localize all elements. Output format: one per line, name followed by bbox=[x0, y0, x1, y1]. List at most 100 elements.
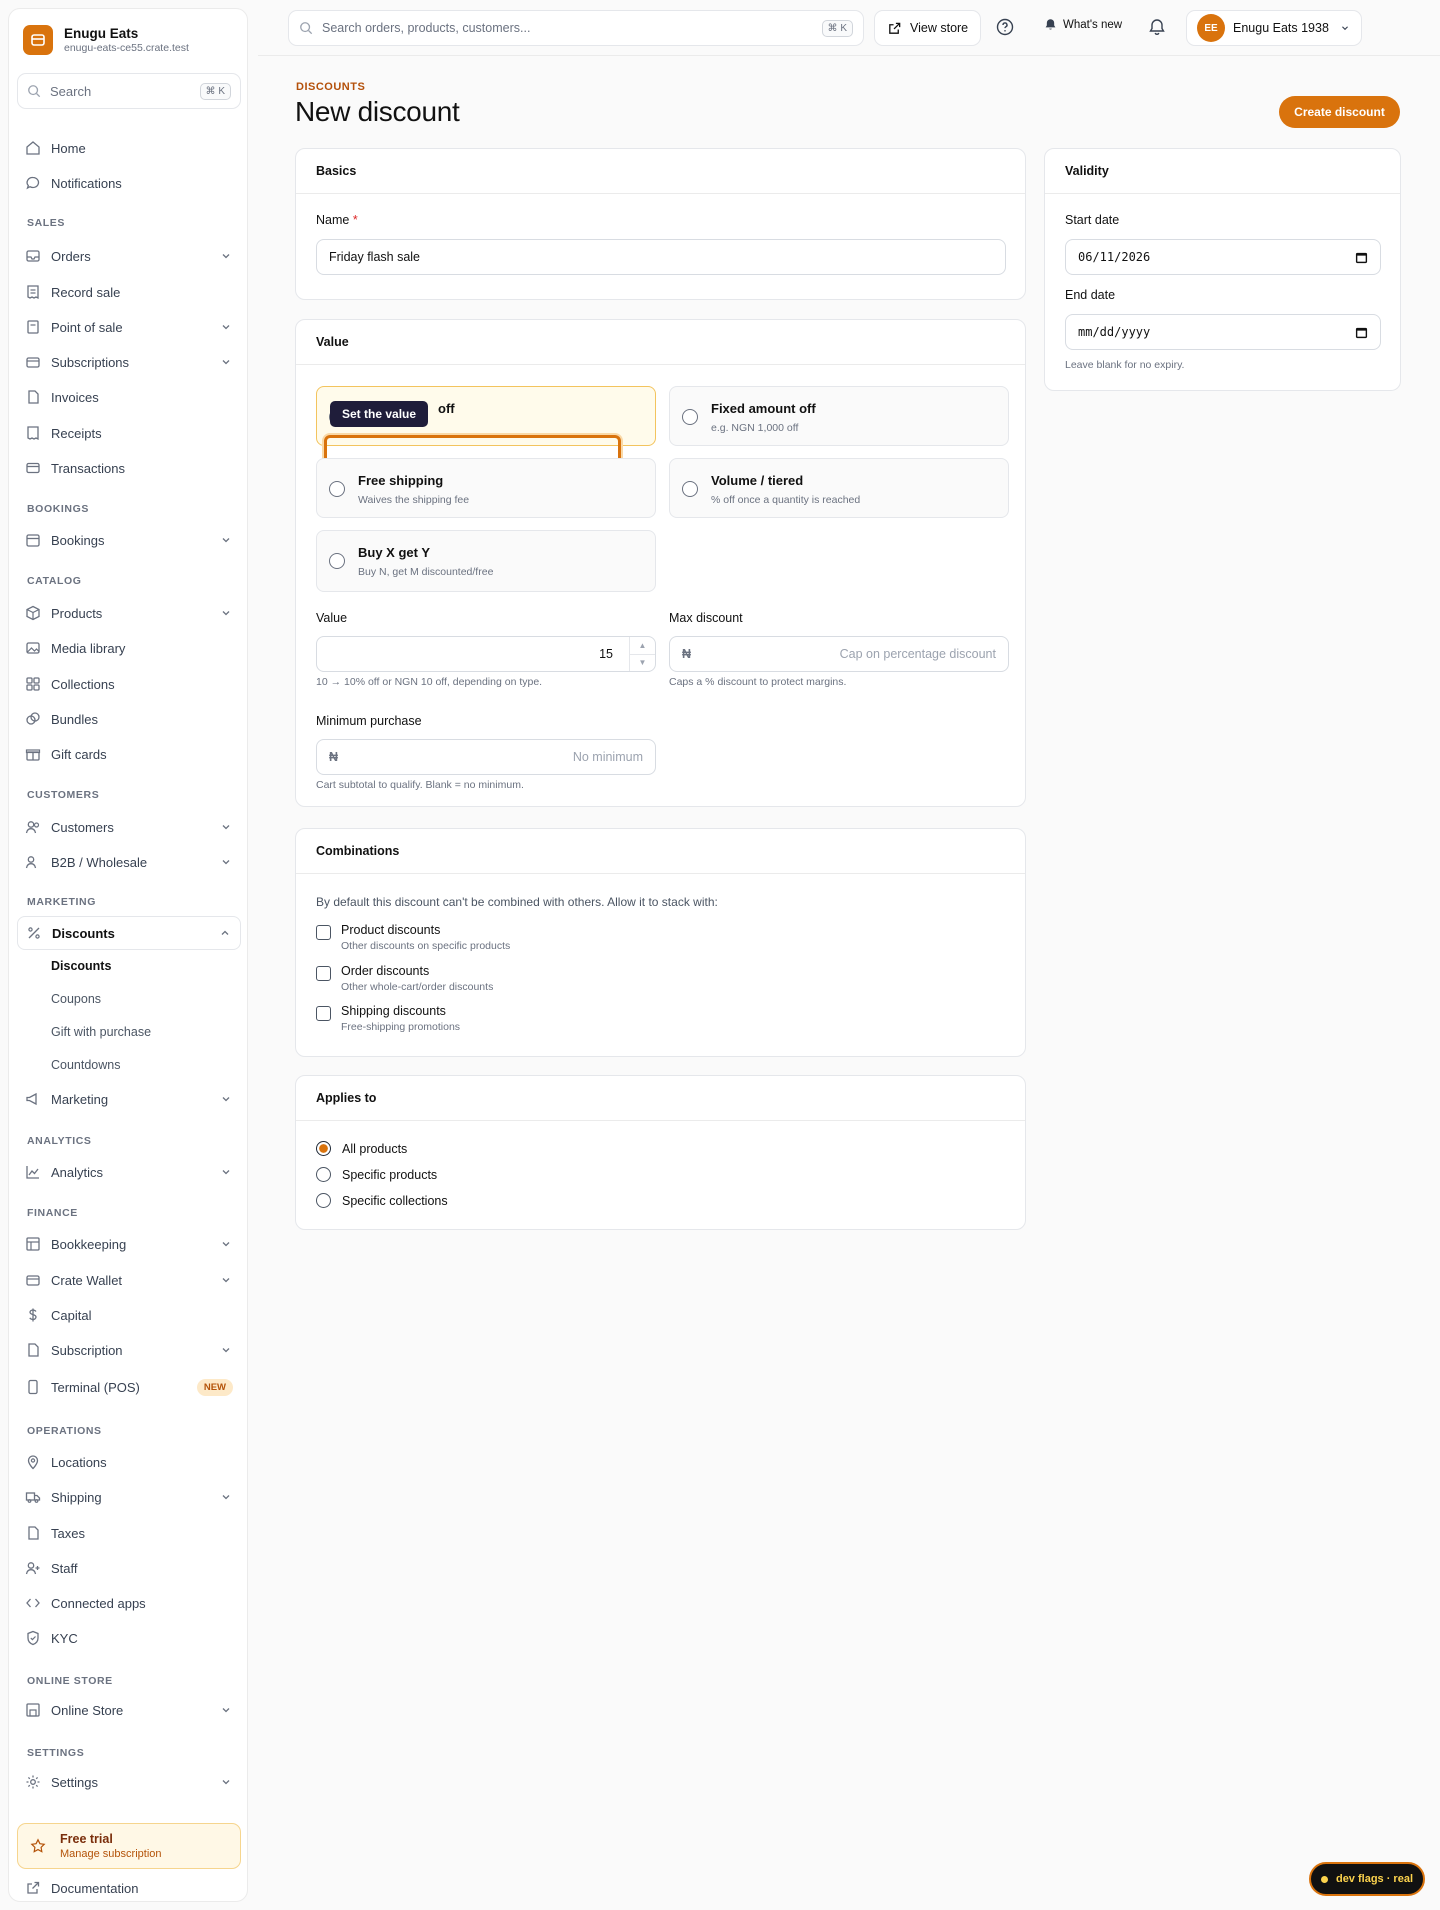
name-label: Name * bbox=[316, 213, 358, 227]
shortcut-hint: ⌘ K bbox=[821, 19, 853, 37]
value-input[interactable]: 15 ▲ ▼ bbox=[316, 636, 656, 672]
sidebar-item-settings[interactable]: Settings bbox=[17, 1767, 241, 1797]
sidebar-item-analytics[interactable]: Analytics bbox=[17, 1157, 241, 1187]
sidebar-subitem-countdowns[interactable]: Countdowns bbox=[51, 1058, 121, 1072]
sidebar-item-subscription[interactable]: Subscription bbox=[17, 1335, 241, 1365]
sidebar-item-terminal-pos[interactable]: Terminal (POS) NEW bbox=[17, 1372, 241, 1402]
sidebar-item-taxes[interactable]: Taxes bbox=[17, 1518, 241, 1548]
checkbox[interactable] bbox=[316, 1006, 331, 1021]
value-stepper[interactable]: ▲ ▼ bbox=[629, 637, 655, 671]
sidebar-item-shipping[interactable]: Shipping bbox=[17, 1482, 241, 1512]
sidebar-item-receipts[interactable]: Receipts bbox=[17, 418, 241, 448]
option-fixed-amount-off[interactable]: Fixed amount off e.g. NGN 1,000 off bbox=[669, 386, 1009, 446]
validity-heading: Validity bbox=[1045, 149, 1400, 194]
sidebar-subitem-coupons[interactable]: Coupons bbox=[51, 992, 101, 1006]
sidebar-item-kyc[interactable]: KYC bbox=[17, 1623, 241, 1653]
option-free-shipping[interactable]: Free shipping Waives the shipping fee bbox=[316, 458, 656, 518]
sidebar-search[interactable]: Search ⌘ K bbox=[17, 73, 241, 109]
checkbox[interactable] bbox=[316, 925, 331, 940]
sidebar-item-marketing[interactable]: Marketing bbox=[17, 1084, 241, 1114]
global-search-input[interactable]: Search orders, products, customers... ⌘ … bbox=[288, 10, 864, 46]
breadcrumb[interactable]: DISCOUNTS bbox=[296, 81, 365, 93]
shield-check-icon bbox=[27, 1630, 39, 1646]
create-discount-button[interactable]: Create discount bbox=[1279, 96, 1400, 128]
truck-icon bbox=[25, 1492, 41, 1503]
sidebar-item-orders[interactable]: Orders bbox=[17, 241, 241, 271]
radio-fixed-amount-off[interactable] bbox=[682, 409, 698, 425]
name-input[interactable]: Friday flash sale bbox=[316, 239, 1006, 275]
sidebar-item-products[interactable]: Products bbox=[17, 598, 241, 628]
notifications-button[interactable] bbox=[1148, 18, 1166, 39]
radio-selected[interactable] bbox=[316, 1141, 331, 1156]
sidebar-item-home[interactable]: Home bbox=[17, 133, 241, 163]
free-trial-card[interactable]: Free trial Manage subscription bbox=[17, 1823, 241, 1869]
option-volume-tiered[interactable]: Volume / tiered % off once a quantity is… bbox=[669, 458, 1009, 518]
calendar-icon[interactable] bbox=[1355, 326, 1368, 339]
view-store-button[interactable]: View store bbox=[874, 10, 982, 46]
sidebar-item-staff[interactable]: Staff bbox=[17, 1553, 241, 1583]
sidebar-item-crate-wallet[interactable]: Crate Wallet bbox=[17, 1265, 241, 1295]
help-button[interactable] bbox=[996, 18, 1014, 39]
sidebar-subitem-discounts[interactable]: Discounts bbox=[51, 959, 111, 973]
end-date-input[interactable]: mm/dd/yyyy bbox=[1065, 314, 1381, 350]
sidebar-item-record-sale[interactable]: Record sale bbox=[17, 277, 241, 307]
sidebar-item-point-of-sale[interactable]: Point of sale bbox=[17, 312, 241, 342]
section-settings: SETTINGS bbox=[27, 1747, 85, 1759]
sidebar-item-capital[interactable]: Capital bbox=[17, 1300, 241, 1330]
chevron-down-icon bbox=[222, 538, 230, 543]
radio-volume-tiered[interactable] bbox=[682, 481, 698, 497]
sidebar-item-subscriptions[interactable]: Subscriptions bbox=[17, 347, 241, 377]
documentation-link[interactable]: Documentation bbox=[17, 1873, 241, 1903]
manage-subscription-link[interactable]: Manage subscription bbox=[60, 1848, 162, 1860]
sidebar-item-transactions[interactable]: Transactions bbox=[17, 453, 241, 483]
radio[interactable] bbox=[316, 1167, 331, 1182]
sidebar-item-customers[interactable]: Customers bbox=[17, 812, 241, 842]
sidebar-item-bookings[interactable]: Bookings bbox=[17, 525, 241, 555]
sidebar-subitem-gift-with-purchase[interactable]: Gift with purchase bbox=[51, 1025, 151, 1039]
receipt-icon bbox=[27, 285, 39, 300]
checkbox-shipping-discounts[interactable]: Shipping discounts Free-shipping promotio… bbox=[316, 1004, 460, 1033]
home-icon bbox=[26, 141, 40, 155]
sidebar-item-collections[interactable]: Collections bbox=[17, 669, 241, 699]
radio-specific-products[interactable]: Specific products bbox=[316, 1167, 437, 1182]
calendar-icon[interactable] bbox=[1355, 251, 1368, 264]
sidebar-item-media-library[interactable]: Media library bbox=[17, 633, 241, 663]
checkbox-product-discounts[interactable]: Product discounts Other discounts on spec… bbox=[316, 923, 510, 952]
option-buy-x-get-y[interactable]: Buy X get Y Buy N, get M discounted/free bbox=[316, 530, 656, 592]
radio-free-shipping[interactable] bbox=[329, 481, 345, 497]
checkbox[interactable] bbox=[316, 966, 331, 981]
sidebar-item-b2b-wholesale[interactable]: B2B / Wholesale bbox=[17, 847, 241, 877]
sidebar-item-online-store[interactable]: Online Store bbox=[17, 1695, 241, 1725]
section-marketing: MARKETING bbox=[27, 896, 96, 908]
radio-specific-collections[interactable]: Specific collections bbox=[316, 1193, 448, 1208]
whats-new-button[interactable]: What's new bbox=[1044, 18, 1122, 31]
store-switcher[interactable]: Enugu Eats enugu-eats-ce55.crate.test bbox=[23, 25, 189, 55]
checkbox-order-discounts[interactable]: Order discounts Other whole-cart/order di… bbox=[316, 964, 493, 993]
option-percentage-off[interactable]: off Set the value bbox=[316, 386, 656, 465]
dev-flags-pill[interactable]: dev flags · real bbox=[1309, 1862, 1425, 1896]
sidebar-item-bookkeeping[interactable]: Bookkeeping bbox=[17, 1229, 241, 1259]
radio-buy-x-get-y[interactable] bbox=[329, 553, 345, 569]
stepper-down-icon[interactable]: ▼ bbox=[630, 655, 655, 672]
sidebar-item-notifications[interactable]: Notifications bbox=[17, 168, 241, 198]
stepper-up-icon[interactable]: ▲ bbox=[630, 637, 655, 655]
sidebar-item-invoices[interactable]: Invoices bbox=[17, 382, 241, 412]
sidebar-item-gift-cards[interactable]: Gift cards bbox=[17, 739, 241, 769]
search-icon bbox=[28, 85, 41, 98]
sidebar-item-bundles[interactable]: Bundles bbox=[17, 704, 241, 734]
section-customers: CUSTOMERS bbox=[27, 789, 100, 801]
store-domain: enugu-eats-ce55.crate.test bbox=[64, 42, 189, 54]
radio[interactable] bbox=[316, 1193, 331, 1208]
value-hint: 10 → 10% off or NGN 10 off, depending on… bbox=[316, 676, 543, 688]
start-date-input[interactable]: 06/11/2026 bbox=[1065, 239, 1381, 275]
max-discount-input[interactable]: ₦ Cap on percentage discount bbox=[669, 636, 1009, 672]
section-online-store: ONLINE STORE bbox=[27, 1675, 113, 1687]
sidebar-item-locations[interactable]: Locations bbox=[17, 1447, 241, 1477]
end-date-hint: Leave blank for no expiry. bbox=[1065, 359, 1185, 371]
sidebar-item-connected-apps[interactable]: Connected apps bbox=[17, 1588, 241, 1618]
sidebar-item-discounts[interactable]: Discounts bbox=[17, 916, 241, 950]
minimum-purchase-input[interactable]: ₦ No minimum bbox=[316, 739, 656, 775]
radio-all-products[interactable]: All products bbox=[316, 1141, 407, 1156]
value-heading: Value bbox=[296, 320, 1025, 365]
account-menu[interactable]: EE Enugu Eats 1938 bbox=[1186, 10, 1362, 46]
